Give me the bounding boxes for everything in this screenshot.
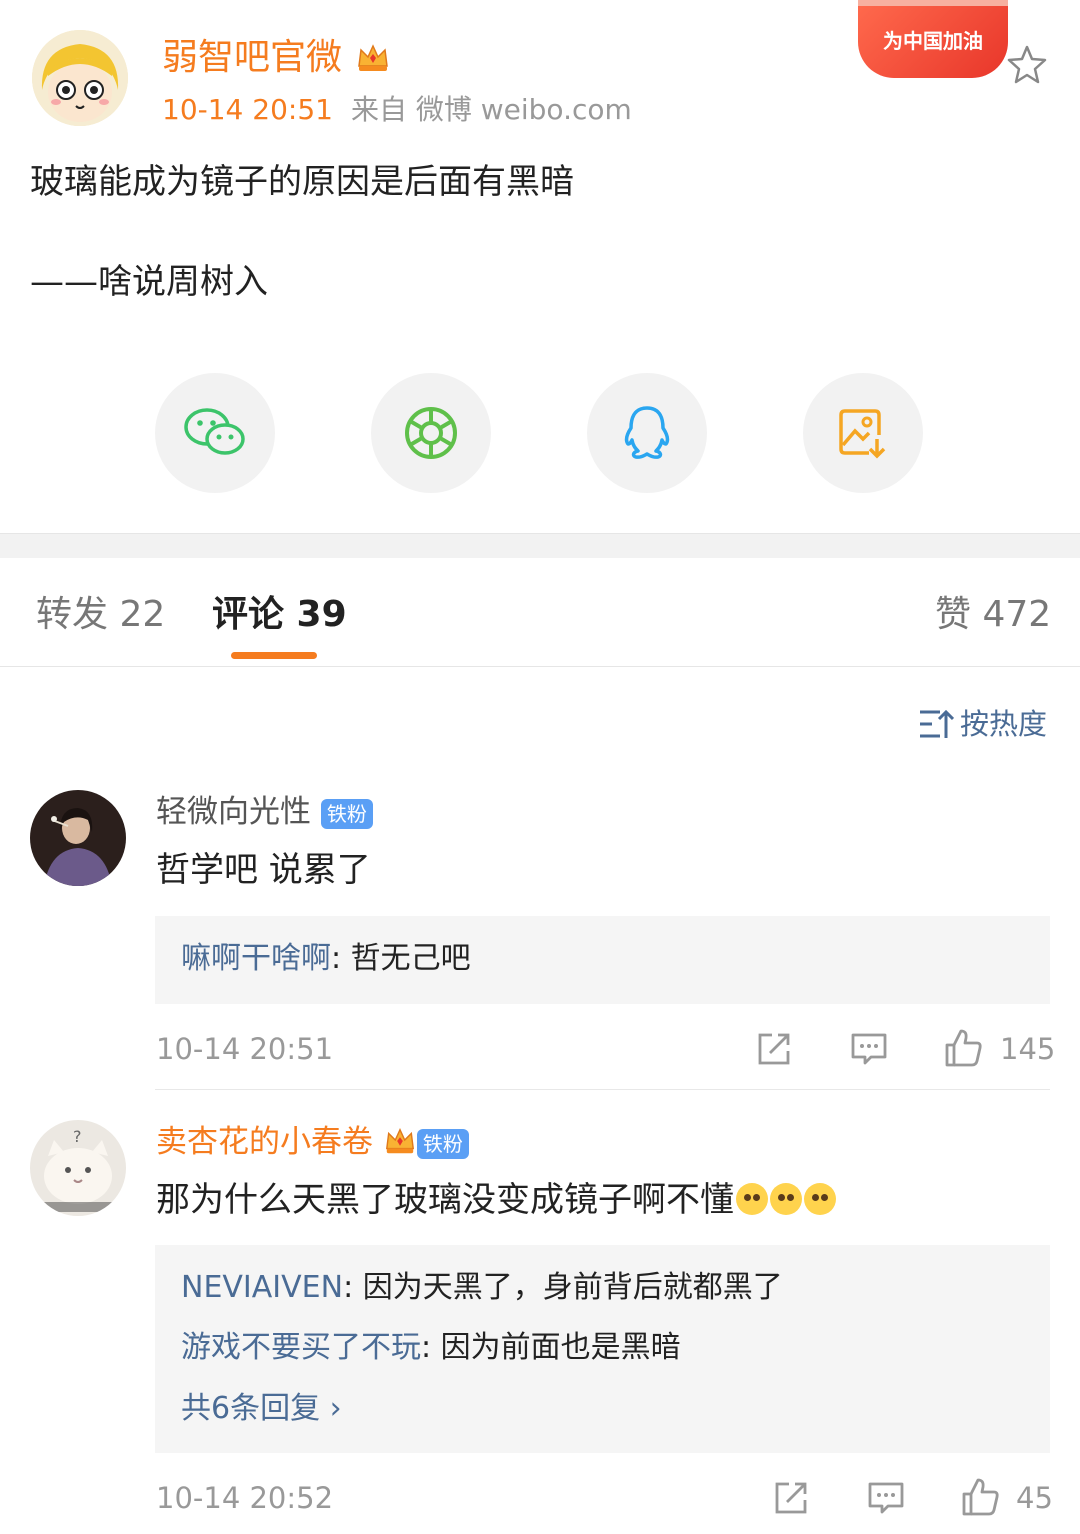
pleading-emoji-icon xyxy=(736,1183,768,1215)
fan-badge: 铁粉 xyxy=(416,1128,469,1159)
crown-icon xyxy=(385,1127,414,1154)
comment-avatar[interactable]: ? xyxy=(30,1120,126,1216)
qq-icon xyxy=(624,406,670,459)
author-name[interactable]: 弱智吧官微 xyxy=(162,34,342,82)
comment-text: 哲学吧 说累了 xyxy=(156,850,371,890)
reply-user[interactable]: NEVIAIVEN xyxy=(181,1270,343,1305)
reply-item[interactable]: 游戏不要买了不玩: 因为前面也是黑暗 xyxy=(181,1327,681,1369)
sort-button[interactable]: 按热度 xyxy=(918,704,1047,744)
crown-icon xyxy=(355,40,391,76)
comment-user-name[interactable]: 卖杏花的小春卷 xyxy=(156,1124,373,1160)
comment-user[interactable]: 卖杏花的小春卷 铁粉 xyxy=(156,1120,469,1164)
author-avatar[interactable] xyxy=(32,30,128,126)
promo-badge[interactable]: 为中国加油 xyxy=(858,0,1008,78)
comment-text-content: 那为什么天黑了玻璃没变成镜子啊不懂 xyxy=(156,1180,734,1220)
post-meta: 10-14 20:51 来自 微博 weibo.com xyxy=(162,90,632,130)
save-image-button[interactable] xyxy=(803,373,923,493)
comment-divider xyxy=(155,1089,1050,1090)
reply-box[interactable]: 嘛啊干啥啊: 哲无己吧 xyxy=(155,916,1050,1004)
post-time: 10-14 20:51 xyxy=(162,93,333,126)
post-quote: ——啥说周树入 xyxy=(30,262,268,302)
reply-text: : 因为前面也是黑暗 xyxy=(421,1330,681,1365)
like-icon[interactable] xyxy=(943,1027,983,1067)
comment-avatar[interactable] xyxy=(30,790,126,886)
sort-icon xyxy=(920,709,954,738)
fan-badge: 铁粉 xyxy=(320,798,373,829)
wechat-icon xyxy=(184,408,245,455)
comment-icon[interactable] xyxy=(849,1029,889,1069)
svg-text:?: ? xyxy=(73,1127,82,1146)
tab-like[interactable]: 赞 472 xyxy=(935,590,1051,640)
reply-box[interactable]: NEVIAIVEN: 因为天黑了，身前背后就都黑了 游戏不要买了不玩: 因为前面… xyxy=(155,1245,1050,1453)
post-text: 玻璃能成为镜子的原因是后面有黑暗 xyxy=(30,162,574,202)
repost-icon[interactable] xyxy=(754,1029,794,1069)
comment-time: 10-14 20:51 xyxy=(156,1032,334,1066)
reply-text: : 因为天黑了，身前背后就都黑了 xyxy=(343,1270,783,1305)
like-count: 145 xyxy=(1000,1032,1056,1066)
tab-comment[interactable]: 评论 39 xyxy=(212,590,347,640)
section-divider xyxy=(0,533,1080,558)
comment-icon[interactable] xyxy=(866,1478,906,1518)
reply-item[interactable]: NEVIAIVEN: 因为天黑了，身前背后就都黑了 xyxy=(181,1267,783,1309)
comment-user[interactable]: 轻微向光性 铁粉 xyxy=(156,790,373,834)
comment-time: 10-14 20:52 xyxy=(156,1481,334,1515)
tab-repost[interactable]: 转发 22 xyxy=(36,590,165,640)
tabs-divider xyxy=(0,666,1080,667)
repost-icon[interactable] xyxy=(771,1478,811,1518)
comment-user-name[interactable]: 轻微向光性 xyxy=(156,794,311,830)
reply-item[interactable]: 嘛啊干啥啊: 哲无己吧 xyxy=(181,938,471,980)
like-count: 45 xyxy=(1016,1481,1053,1515)
post-source: 来自 微博 weibo.com xyxy=(350,93,632,126)
moments-icon xyxy=(405,407,457,459)
share-moments-button[interactable] xyxy=(371,373,491,493)
tab-active-indicator xyxy=(231,652,317,659)
sort-label: 按热度 xyxy=(960,707,1048,741)
pleading-emoji-icon xyxy=(770,1183,802,1215)
pleading-emoji-icon xyxy=(804,1183,836,1215)
reply-text: : 哲无己吧 xyxy=(331,941,471,976)
star-icon[interactable] xyxy=(1004,42,1050,88)
share-qq-button[interactable] xyxy=(587,373,707,493)
reply-user[interactable]: 嘛啊干啥啊 xyxy=(181,941,331,976)
save-image-icon xyxy=(839,409,886,459)
share-wechat-button[interactable] xyxy=(155,373,275,493)
more-replies-link[interactable]: 共6条回复 › xyxy=(181,1388,342,1430)
like-icon[interactable] xyxy=(960,1476,1000,1516)
reply-user[interactable]: 游戏不要买了不玩 xyxy=(181,1330,421,1365)
comment-text: 那为什么天黑了玻璃没变成镜子啊不懂 xyxy=(156,1176,836,1224)
